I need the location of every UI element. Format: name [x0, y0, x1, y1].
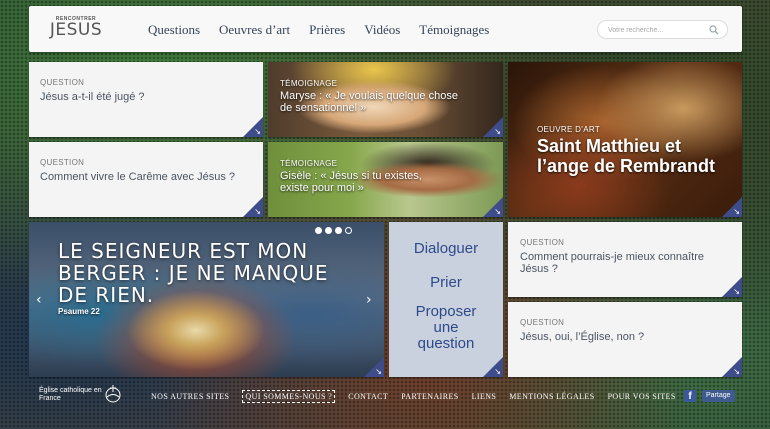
facebook-icon[interactable]: f — [684, 390, 696, 402]
nav-item-questions[interactable]: Questions — [148, 22, 200, 38]
arrow-icon: ↘ — [733, 287, 740, 296]
temoignage-tile-maryse[interactable]: TÉMOIGNAGE Maryse : « Je voulais quelque… — [268, 62, 503, 137]
org-name[interactable]: Église catholique en France — [39, 387, 109, 403]
question-tile-connaitre[interactable]: QUESTION Comment pourrais-je mieux conna… — [508, 222, 742, 297]
arrow-icon: ↘ — [254, 207, 261, 216]
nav-item-prieres[interactable]: Prières — [309, 22, 345, 38]
tile-kicker: QUESTION — [40, 158, 85, 167]
arrow-icon: ↘ — [733, 207, 740, 216]
search-input[interactable] — [608, 24, 703, 36]
question-tile-careme[interactable]: QUESTION Comment vivre le Carême avec Jé… — [29, 142, 263, 217]
site-footer: Église catholique en France NOS AUTRES S… — [29, 383, 742, 413]
verse-quote: LE SEIGNEUR EST MON BERGER : JE NE MANQU… — [58, 239, 329, 307]
footer-link-autres-sites[interactable]: NOS AUTRES SITES — [151, 392, 229, 403]
tile-kicker: TÉMOIGNAGE — [280, 79, 338, 88]
site-header: RENCONTRER JESUS Questions Oeuvres d’art… — [29, 6, 742, 52]
action-proposer-question[interactable]: Proposer une question — [411, 304, 481, 352]
logo-big-text: JESUS — [49, 20, 103, 40]
nav-item-temoignages[interactable]: Témoignages — [419, 22, 489, 38]
search-icon[interactable] — [709, 25, 719, 35]
carousel-dot-active[interactable] — [345, 227, 352, 234]
search-box — [597, 20, 728, 39]
arrow-icon: ↘ — [494, 207, 501, 216]
tile-kicker: QUESTION — [40, 78, 85, 87]
tile-kicker: OEUVRE D’ART — [537, 125, 601, 134]
carousel-dots — [315, 227, 352, 234]
arrow-icon: ↘ — [733, 367, 740, 376]
footer-link-liens[interactable]: LIENS — [472, 392, 497, 403]
main-nav: Questions Oeuvres d’art Prières Vidéos T… — [148, 22, 489, 38]
carousel-prev-icon[interactable]: ‹ — [36, 292, 42, 308]
tile-title: Maryse : « Je voulais quelque chose de s… — [280, 90, 458, 114]
carousel-dot[interactable] — [325, 227, 332, 234]
arrow-icon: ↘ — [254, 127, 261, 136]
question-tile-juge[interactable]: QUESTION Jésus a-t-il été jugé ? ↘ — [29, 62, 263, 137]
arrow-icon: ↘ — [375, 367, 382, 376]
arrow-icon: ↘ — [494, 367, 501, 376]
footer-link-partenaires[interactable]: PARTENAIRES — [401, 392, 458, 403]
actions-tile: Dialoguer Prier Proposer une question ↘ — [389, 222, 503, 377]
temoignage-tile-gisele[interactable]: TÉMOIGNAGE Gisèle : « Jésus si tu existe… — [268, 142, 503, 217]
site-logo[interactable]: RENCONTRER JESUS — [45, 16, 107, 40]
nav-item-oeuvres[interactable]: Oeuvres d’art — [219, 22, 290, 38]
tile-title: Gisèle : « Jésus si tu existes, existe p… — [280, 170, 422, 194]
footer-link-pour-vos-sites[interactable]: POUR VOS SITES — [608, 392, 676, 403]
oeuvre-tile-matthieu[interactable]: OEUVRE D’ART Saint Matthieu et l’ange de… — [508, 62, 742, 217]
nav-item-videos[interactable]: Vidéos — [364, 22, 400, 38]
footer-links: NOS AUTRES SITES QUI SOMMES-NOUS ? CONTA… — [151, 390, 676, 403]
verse-carousel: LE SEIGNEUR EST MON BERGER : JE NE MANQU… — [29, 222, 384, 377]
footer-link-contact[interactable]: CONTACT — [348, 392, 388, 403]
action-dialoguer[interactable]: Dialoguer — [389, 241, 503, 257]
action-prier[interactable]: Prier — [389, 275, 503, 291]
question-tile-eglise[interactable]: QUESTION Jésus, oui, l’Église, non ? ↘ — [508, 302, 742, 377]
tile-title: Jésus a-t-il été jugé ? — [40, 91, 145, 103]
verse-reference: Psaume 22 — [58, 307, 100, 316]
carousel-dot[interactable] — [315, 227, 322, 234]
tile-title: Comment vivre le Carême avec Jésus ? — [40, 171, 236, 183]
share-button[interactable]: Partage — [702, 390, 735, 402]
tile-kicker: QUESTION — [520, 318, 565, 327]
tile-title: Comment pourrais-je mieux connaître Jésu… — [520, 251, 705, 275]
footer-link-qui-sommes-nous[interactable]: QUI SOMMES-NOUS ? — [242, 390, 336, 403]
tile-kicker: QUESTION — [520, 238, 565, 247]
church-logo-icon[interactable] — [103, 384, 123, 404]
tile-kicker: TÉMOIGNAGE — [280, 159, 338, 168]
arrow-icon: ↘ — [494, 127, 501, 136]
carousel-next-icon[interactable]: › — [366, 292, 372, 308]
footer-link-mentions-legales[interactable]: MENTIONS LÉGALES — [509, 392, 594, 403]
tile-title: Jésus, oui, l’Église, non ? — [520, 331, 645, 343]
carousel-dot[interactable] — [335, 227, 342, 234]
tile-title: Saint Matthieu et l’ange de Rembrandt — [537, 136, 716, 176]
